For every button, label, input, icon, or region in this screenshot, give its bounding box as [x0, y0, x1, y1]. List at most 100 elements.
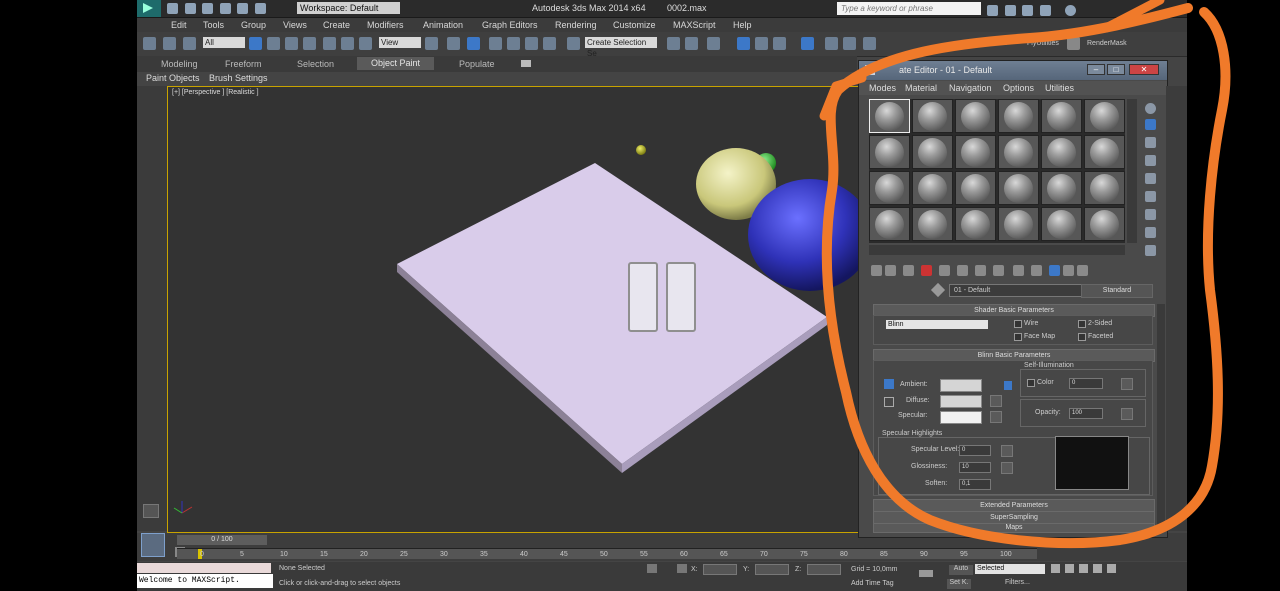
sample-slot[interactable] [912, 207, 953, 241]
reset-map-icon[interactable] [921, 265, 932, 276]
self-illum-color-checkbox[interactable] [1027, 379, 1035, 387]
slots-horizontal-scrollbar[interactable] [869, 245, 1125, 255]
two-sided-checkbox[interactable] [1078, 320, 1086, 328]
workspace-dropdown[interactable]: Workspace: Default [297, 2, 400, 14]
sample-slot[interactable] [1041, 207, 1082, 241]
menu-graph-editors[interactable]: Graph Editors [482, 20, 538, 30]
snaps-toggle-icon[interactable] [489, 37, 502, 50]
angle-snap-icon[interactable] [507, 37, 520, 50]
maxscript-mini-listener[interactable]: Welcome to MAXScript. [137, 574, 273, 588]
edit-named-selection-icon[interactable] [567, 37, 580, 50]
eyedropper-icon[interactable] [930, 282, 946, 298]
menu-views[interactable]: Views [283, 20, 307, 30]
menu-material[interactable]: Material [905, 83, 937, 93]
sample-slot[interactable] [1084, 99, 1125, 133]
maxscript-listener-icon[interactable] [143, 504, 159, 518]
menu-rendering[interactable]: Rendering [555, 20, 597, 30]
tab-object-paint[interactable]: Object Paint [357, 57, 435, 70]
go-to-start-icon[interactable] [1051, 564, 1060, 573]
wire-checkbox[interactable] [1014, 320, 1022, 328]
make-copy-icon[interactable] [939, 265, 950, 276]
select-and-manipulate-icon[interactable] [447, 37, 460, 50]
new-icon[interactable] [167, 3, 178, 14]
time-slider[interactable]: 0 / 100 [177, 535, 267, 545]
sample-slot[interactable] [998, 207, 1039, 241]
open-icon[interactable] [184, 3, 196, 14]
ribbon-options-icon[interactable] [521, 60, 531, 67]
blue-sphere[interactable] [748, 179, 868, 291]
mirror-icon[interactable] [667, 37, 680, 50]
undo-icon[interactable] [219, 3, 231, 14]
sample-slot[interactable] [998, 99, 1039, 133]
pick-material-icon[interactable] [1077, 265, 1088, 276]
save-icon[interactable] [202, 3, 214, 14]
self-illum-map-button[interactable] [1121, 378, 1133, 390]
minimize-button[interactable]: – [1087, 64, 1105, 75]
lock-diffuse-specular-icon[interactable] [884, 397, 894, 407]
named-selection-dropdown[interactable]: Create Selection Se [585, 37, 657, 58]
percent-snap-icon[interactable] [525, 37, 538, 50]
brush-settings-panel[interactable]: Brush Settings [209, 73, 268, 83]
sample-slot[interactable] [1041, 99, 1082, 133]
move-icon[interactable] [323, 37, 336, 50]
sample-slot[interactable] [998, 171, 1039, 205]
sample-slot[interactable] [955, 135, 996, 169]
menu-customize[interactable]: Customize [613, 20, 656, 30]
reference-coordinate-dropdown[interactable]: View [379, 37, 421, 48]
curve-editor-icon[interactable] [755, 37, 768, 50]
pivot-center-icon[interactable] [425, 37, 438, 50]
selection-filter-dropdown[interactable]: All [203, 37, 245, 48]
absolute-mode-icon[interactable] [677, 564, 687, 573]
schematic-view-icon[interactable] [773, 37, 786, 50]
material-id-channel-icon[interactable] [993, 265, 1004, 276]
project-folder-icon[interactable] [254, 3, 266, 14]
material-editor-icon[interactable] [801, 37, 814, 50]
tab-populate[interactable]: Populate [459, 59, 495, 69]
sample-slot[interactable] [1041, 135, 1082, 169]
perspective-viewport[interactable]: [+] [Perspective ] [Realistic ] [167, 86, 868, 533]
background-icon[interactable] [1145, 137, 1156, 148]
sample-slot[interactable] [1084, 207, 1125, 241]
binoculars-icon[interactable] [987, 5, 998, 16]
tab-modeling[interactable]: Modeling [161, 59, 198, 69]
menu-maxscript[interactable]: MAXScript [673, 20, 716, 30]
sample-slot[interactable] [912, 135, 953, 169]
help-icon[interactable] [1065, 5, 1077, 16]
rollout-scrollbar[interactable] [1157, 304, 1165, 532]
layer-manager-icon[interactable] [707, 37, 720, 50]
maximize-button[interactable]: □ [1107, 64, 1125, 75]
shader-dropdown[interactable]: Blinn [886, 320, 988, 329]
close-button[interactable]: ✕ [1129, 64, 1159, 75]
select-object-icon[interactable] [249, 37, 262, 50]
graphite-toggle-icon[interactable] [737, 37, 750, 50]
go-to-parent-icon[interactable] [1049, 265, 1060, 276]
keyboard-shortcut-override-icon[interactable] [467, 37, 480, 50]
search-input[interactable]: Type a keyword or phrase [837, 2, 981, 15]
diffuse-map-button[interactable] [990, 395, 1002, 407]
menu-options[interactable]: Options [1003, 83, 1034, 93]
glossiness-spinner[interactable]: 10 [959, 462, 991, 473]
align-icon[interactable] [685, 37, 698, 50]
faceted-checkbox[interactable] [1078, 333, 1086, 341]
menu-modes[interactable]: Modes [869, 83, 896, 93]
sample-slot[interactable] [955, 171, 996, 205]
menu-navigation[interactable]: Navigation [949, 83, 992, 93]
key-filters-button[interactable]: Filters... [1005, 579, 1030, 586]
show-end-result-icon[interactable] [1031, 265, 1042, 276]
menu-create[interactable]: Create [323, 20, 350, 30]
make-preview-icon[interactable] [1145, 191, 1156, 202]
bm-icon[interactable] [1067, 37, 1080, 50]
video-color-check-icon[interactable] [1145, 173, 1156, 184]
opacity-spinner[interactable]: 100 [1069, 408, 1103, 419]
set-key-button[interactable]: Set K. [947, 579, 971, 589]
specular-map-button[interactable] [990, 411, 1002, 423]
paint-objects-panel[interactable]: Paint Objects [146, 73, 200, 83]
slots-vertical-scrollbar[interactable] [1127, 99, 1137, 243]
self-illum-spinner[interactable]: 0 [1069, 378, 1103, 389]
rendered-frame-window-icon[interactable] [843, 37, 856, 50]
next-frame-icon[interactable] [1093, 564, 1102, 573]
play-icon[interactable] [1079, 564, 1088, 573]
material-map-navigator-icon[interactable] [1145, 245, 1156, 256]
assign-material-icon[interactable] [903, 265, 914, 276]
menu-help[interactable]: Help [733, 20, 752, 30]
